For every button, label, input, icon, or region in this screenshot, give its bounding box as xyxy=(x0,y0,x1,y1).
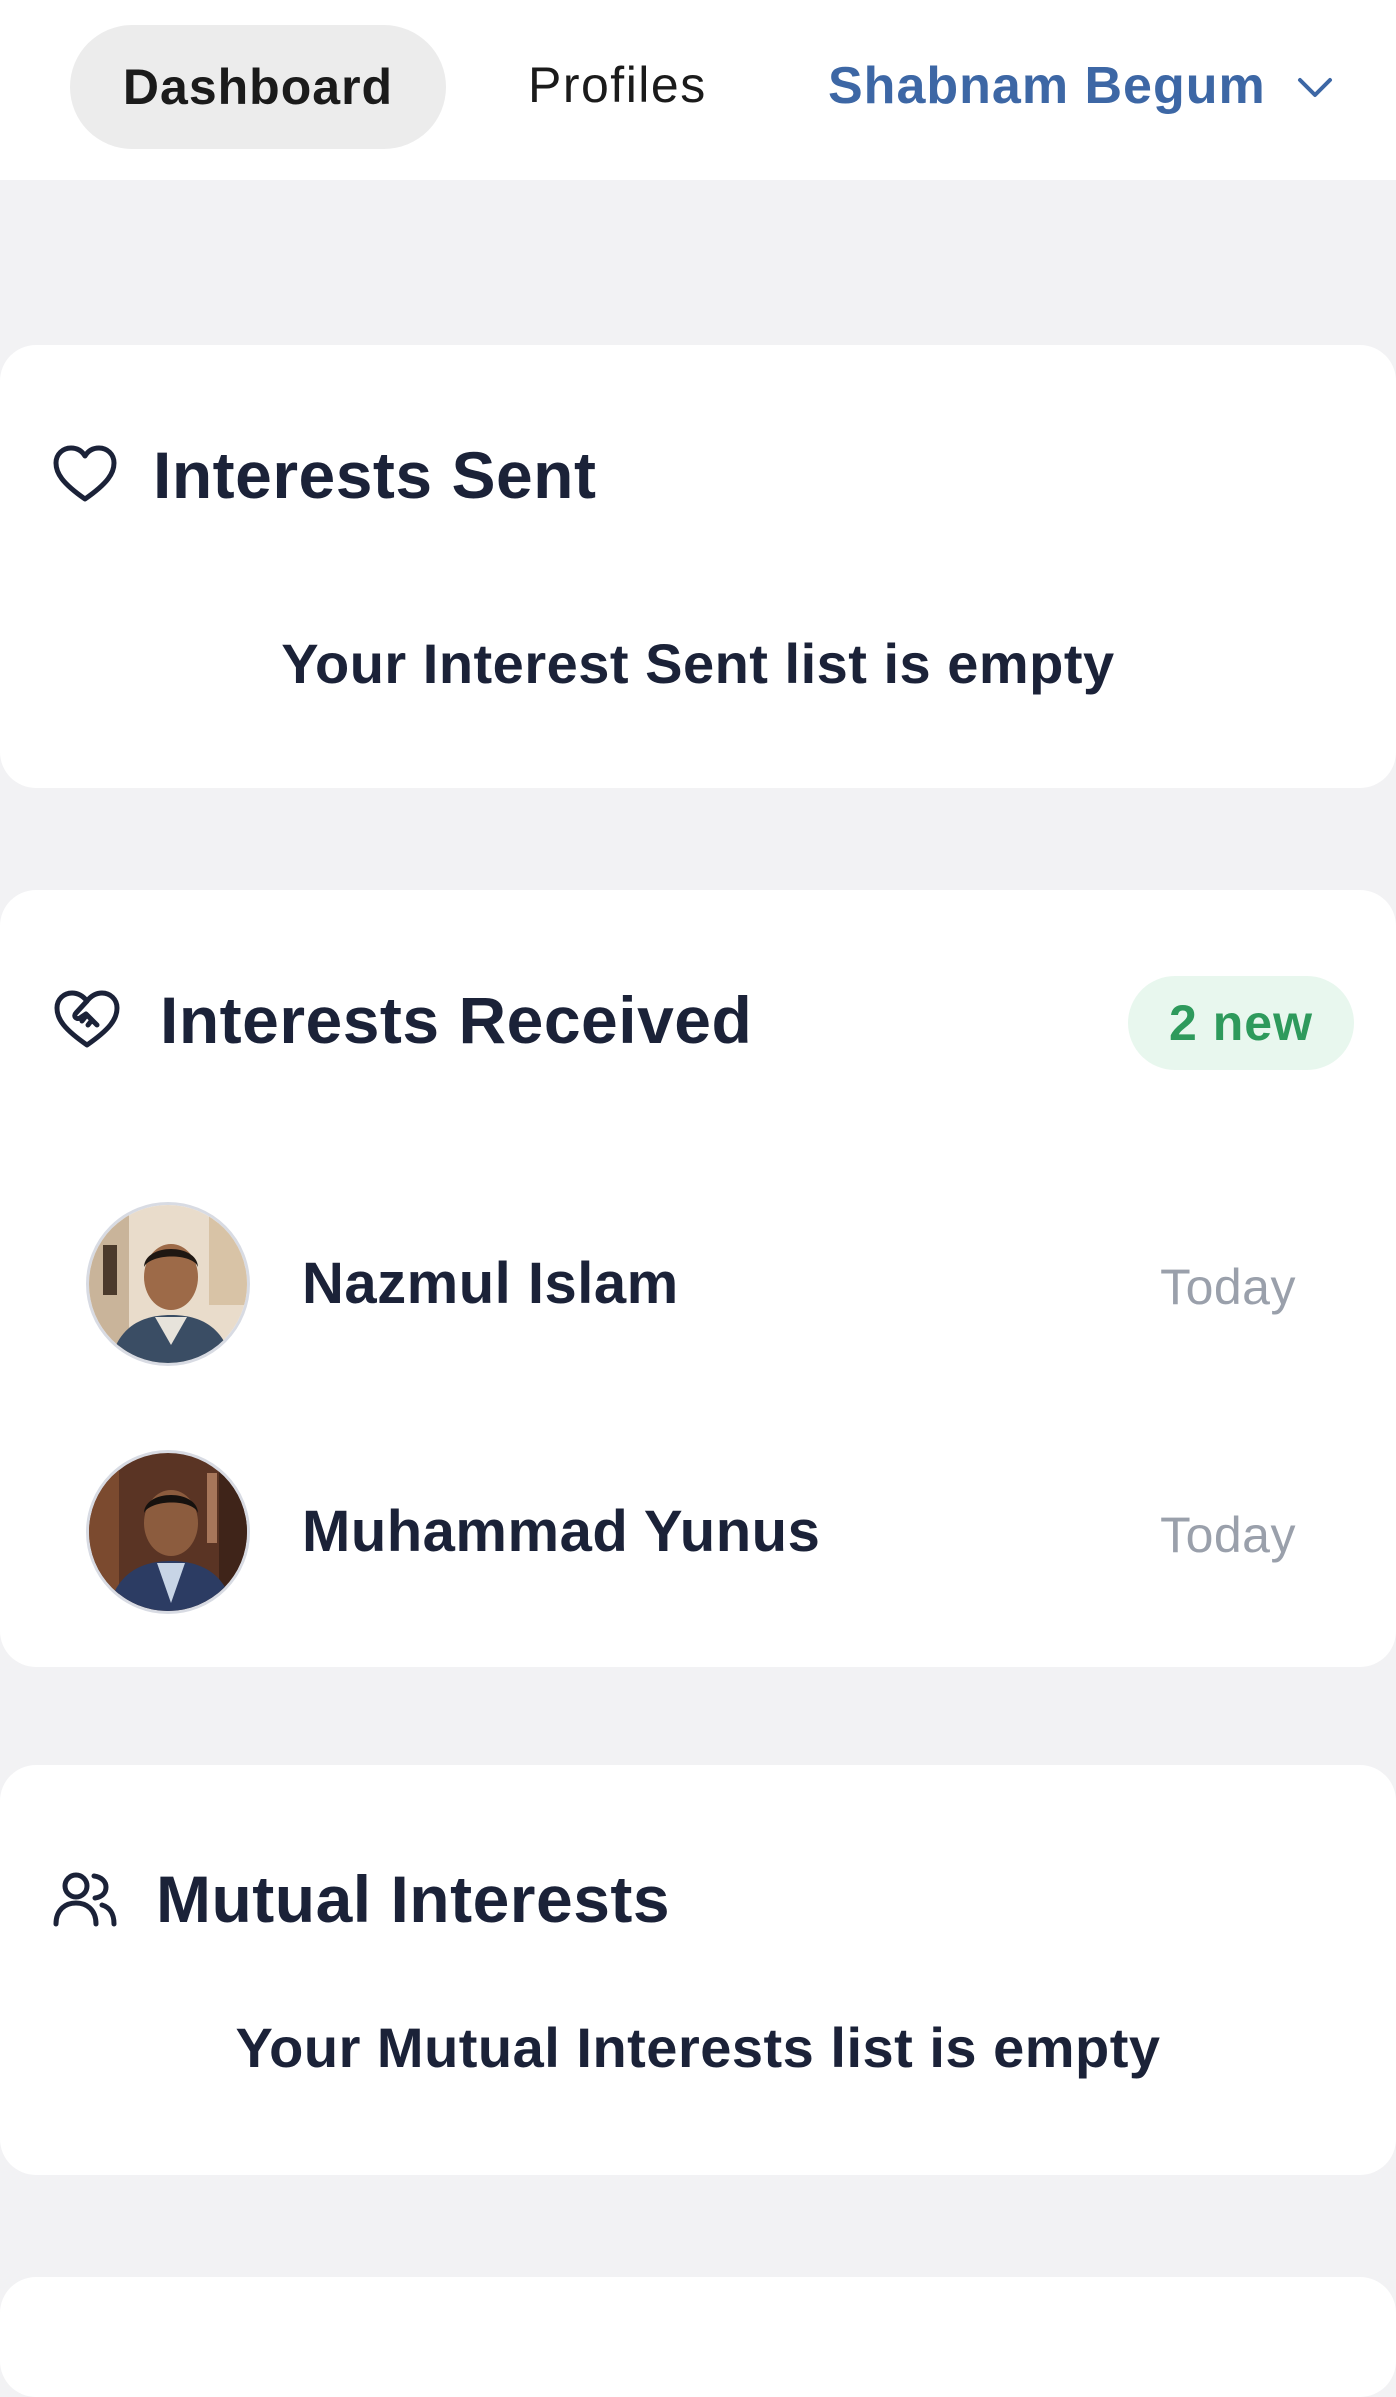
interests-sent-card: Interests Sent Your Interest Sent list i… xyxy=(0,345,1396,788)
top-navigation: Dashboard Profiles Shabnam Begum xyxy=(0,0,1396,180)
heart-handshake-icon xyxy=(52,989,122,1051)
new-count-badge: 2 new xyxy=(1128,976,1354,1070)
interests-sent-empty-message: Your Interest Sent list is empty xyxy=(281,632,1115,695)
interest-list-item[interactable]: Nazmul Islam Today xyxy=(0,1202,1396,1372)
heart-icon xyxy=(52,445,118,505)
interests-received-header: Interests Received xyxy=(52,982,752,1058)
user-name: Shabnam Begum xyxy=(828,57,1266,115)
mutual-interests-header: Mutual Interests xyxy=(52,1861,670,1937)
user-menu[interactable]: Shabnam Begum xyxy=(828,56,1334,116)
person-name: Nazmul Islam xyxy=(302,1251,679,1316)
interest-list-item[interactable]: Muhammad Yunus Today xyxy=(0,1450,1396,1620)
interests-received-card: Interests Received 2 new Nazmul Islam To… xyxy=(0,890,1396,1667)
received-time: Today xyxy=(1160,1259,1296,1315)
mutual-interests-card: Mutual Interests Your Mutual Interests l… xyxy=(0,1765,1396,2175)
profiles-tab[interactable]: Profiles xyxy=(528,56,707,114)
interests-received-title: Interests Received xyxy=(160,983,753,1057)
next-section-card xyxy=(0,2277,1396,2397)
interests-sent-title: Interests Sent xyxy=(153,438,597,512)
received-time: Today xyxy=(1160,1507,1296,1563)
person-name: Muhammad Yunus xyxy=(302,1499,821,1564)
avatar xyxy=(86,1450,250,1614)
mutual-interests-title: Mutual Interests xyxy=(156,1862,671,1936)
dashboard-tab[interactable]: Dashboard xyxy=(70,25,446,149)
users-icon xyxy=(52,1868,118,1930)
mutual-interests-empty-message: Your Mutual Interests list is empty xyxy=(235,2016,1161,2079)
avatar xyxy=(86,1202,250,1366)
interests-sent-header: Interests Sent xyxy=(52,437,596,513)
chevron-down-icon xyxy=(1297,78,1332,97)
